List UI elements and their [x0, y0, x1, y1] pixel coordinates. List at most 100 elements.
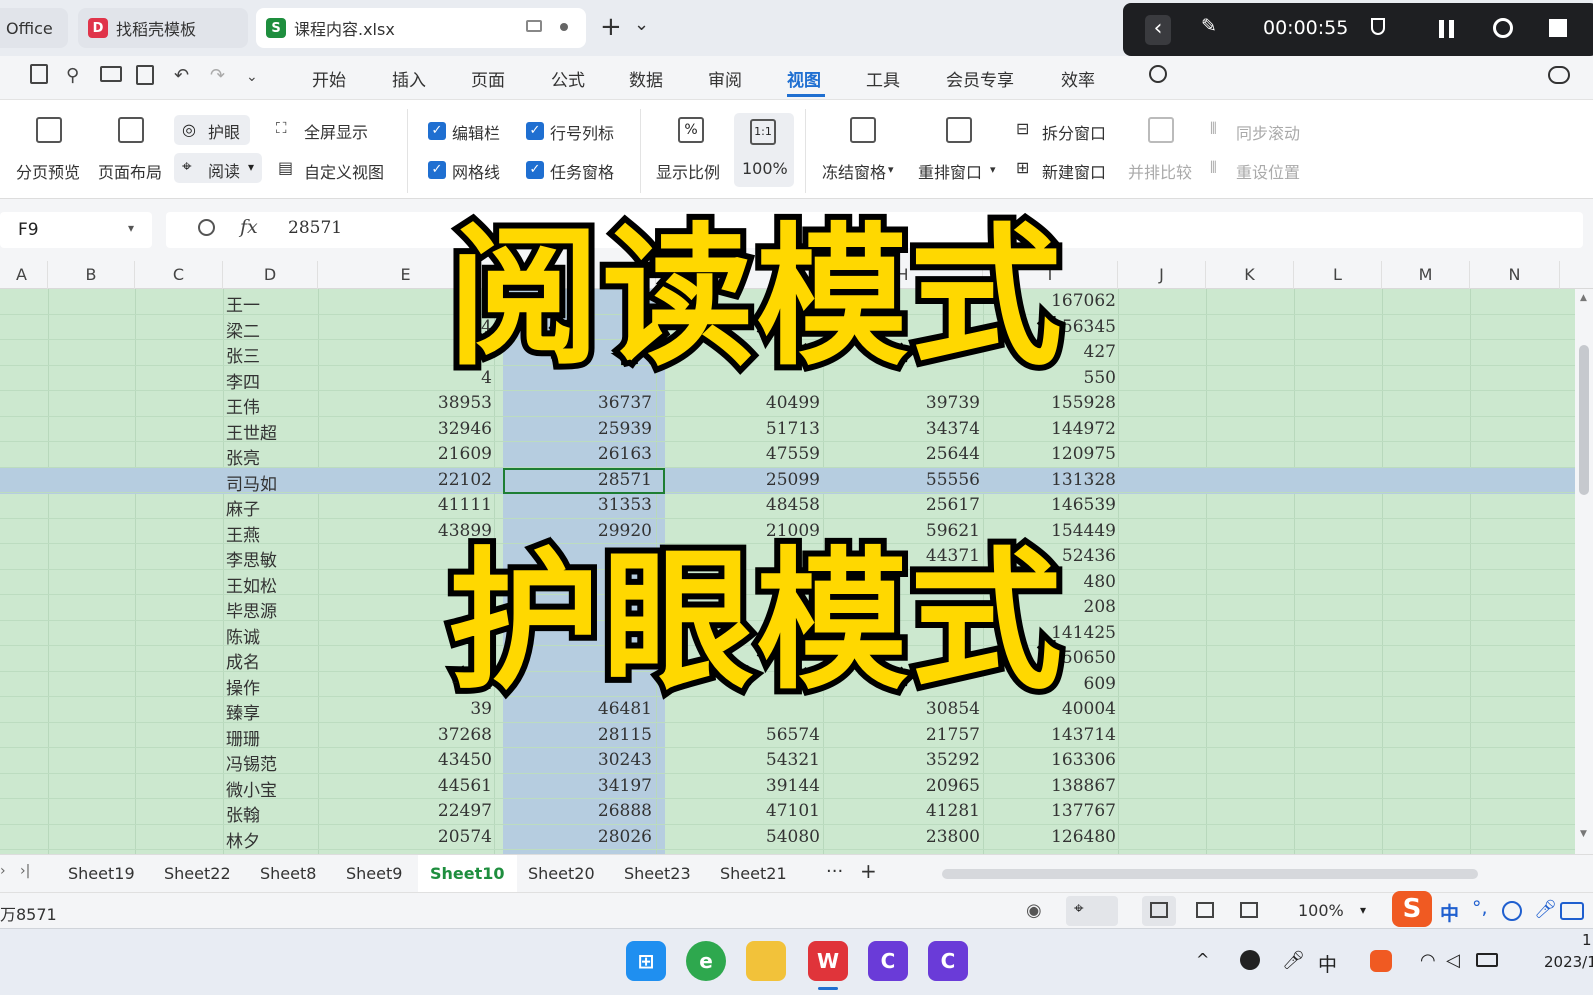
cell-g[interactable]: 47559 [766, 444, 820, 464]
cell-e[interactable]: 22102 [438, 470, 492, 490]
monitor-icon[interactable] [526, 20, 542, 32]
column-header-a[interactable]: A [0, 261, 48, 289]
cell-i[interactable]: 550 [1084, 368, 1116, 388]
ime-language[interactable]: 中 [1440, 899, 1459, 926]
cell-g[interactable]: 51713 [766, 419, 820, 439]
volume-icon[interactable]: ◁ [1446, 950, 1460, 971]
table-row[interactable]: 微小宝 44561 34197 39144 20965 138867 [0, 774, 1575, 801]
cell-f[interactable]: 26888 [598, 801, 652, 821]
menu-view[interactable]: 视图 [787, 66, 821, 91]
start-icon[interactable]: ⊞ [626, 941, 666, 981]
cell-name[interactable]: 张三 [226, 342, 260, 367]
wifi-icon[interactable]: ◠ [1420, 950, 1436, 971]
file-explorer-icon[interactable] [746, 941, 786, 981]
cell-f[interactable]: 36737 [598, 393, 652, 413]
column-header-m[interactable]: M [1382, 261, 1470, 289]
cell-name[interactable]: 王一 [226, 291, 260, 316]
cell-f[interactable]: 31353 [598, 495, 652, 515]
print-icon[interactable] [100, 66, 122, 82]
horizontal-scrollbar[interactable] [942, 869, 1478, 879]
cell-name[interactable]: 司马如 [226, 470, 277, 495]
table-row[interactable]: 张翰 22497 26888 47101 41281 137767 [0, 799, 1575, 826]
cell-g[interactable]: 40499 [766, 393, 820, 413]
cell-h[interactable]: 25617 [926, 495, 980, 515]
tab-course-xlsx[interactable]: S 课程内容.xlsx [256, 8, 586, 48]
cell-i[interactable]: 427 [1084, 342, 1116, 362]
chevron-down-icon[interactable]: ▾ [1360, 903, 1366, 917]
page-layout-icon[interactable] [118, 117, 144, 143]
search-icon[interactable] [1149, 65, 1167, 83]
cell-h[interactable]: 34374 [926, 419, 980, 439]
edit-bar-checkbox[interactable]: ✓ [428, 122, 446, 140]
cell-i[interactable]: 163306 [1051, 750, 1116, 770]
cell-f[interactable]: 25939 [598, 419, 652, 439]
microphone-icon[interactable]: 🎤︎ [1282, 950, 1305, 971]
cell-h[interactable]: 21757 [926, 725, 980, 745]
custom-view-icon[interactable]: ▤ [278, 158, 293, 177]
cell-name[interactable]: 张亮 [226, 444, 260, 469]
cell-name[interactable]: 张翰 [226, 801, 260, 826]
tray-ime-language[interactable]: 中 [1318, 950, 1337, 977]
cell-g[interactable]: 48458 [766, 495, 820, 515]
custom-view-button[interactable]: 自定义视图 [304, 159, 384, 183]
menu-page[interactable]: 页面 [471, 66, 505, 91]
split-window-button[interactable]: 拆分窗口 [1042, 120, 1106, 144]
cell-name[interactable]: 麻子 [226, 495, 260, 520]
cell-g[interactable]: 56574 [766, 725, 820, 745]
recorder-app-icon[interactable]: C [868, 941, 908, 981]
zoom-level[interactable]: 100% [1298, 901, 1344, 920]
cell-name[interactable]: 成名 [226, 648, 260, 673]
cell-name[interactable]: 李思敏 [226, 546, 277, 571]
new-tab-button[interactable]: + [600, 12, 622, 42]
cell-h[interactable]: 25644 [926, 444, 980, 464]
cell-name[interactable]: 王伟 [226, 393, 260, 418]
cell-e[interactable]: 43450 [438, 750, 492, 770]
table-row[interactable]: 张亮 21609 26163 47559 25644 120975 [0, 442, 1575, 469]
stop-icon[interactable] [1549, 19, 1567, 37]
freeze-panes-button[interactable]: 冻结窗格 [822, 159, 886, 183]
column-header-c[interactable]: C [135, 261, 223, 289]
fx-icon[interactable]: fx [240, 216, 258, 238]
cell-i[interactable]: 40004 [1062, 699, 1116, 719]
cloud-icon[interactable] [1548, 66, 1570, 84]
add-sheet-button[interactable]: + [860, 859, 877, 883]
table-row[interactable]: 麻子 41111 31353 48458 25617 146539 [0, 493, 1575, 520]
more-sheets-button[interactable]: ··· [826, 861, 843, 882]
microphone-icon[interactable]: 🎤︎ [1534, 899, 1557, 920]
cell-i[interactable]: 155928 [1051, 393, 1116, 413]
cell-e[interactable]: 21609 [438, 444, 492, 464]
recorder-back-button[interactable]: ‹ [1145, 15, 1171, 45]
sheet-tab-sheet20[interactable]: Sheet20 [516, 855, 607, 893]
battery-icon[interactable] [1476, 953, 1498, 967]
page-break-preview-icon[interactable] [36, 117, 62, 143]
normal-view-button[interactable] [1142, 896, 1176, 926]
cell-e[interactable]: 32946 [438, 419, 492, 439]
wps-office-icon[interactable]: W [808, 941, 848, 981]
gridlines-checkbox[interactable]: ✓ [428, 161, 446, 179]
cell-i[interactable]: 143714 [1051, 725, 1116, 745]
cell-f[interactable]: 30243 [598, 750, 652, 770]
sheet-tab-sheet10[interactable]: Sheet10 [418, 855, 517, 893]
cell-name[interactable]: 臻享 [226, 699, 260, 724]
cell-f[interactable]: 34197 [598, 776, 652, 796]
shield-icon[interactable] [1371, 18, 1385, 35]
new-window-icon[interactable]: ⊞ [1016, 158, 1029, 177]
cell-name[interactable]: 王燕 [226, 521, 260, 546]
unsaved-dot-icon[interactable] [560, 23, 568, 31]
save-icon[interactable] [30, 64, 48, 84]
tab-office-home[interactable]: Office [0, 8, 68, 48]
cell-e[interactable]: 22497 [438, 801, 492, 821]
new-window-button[interactable]: 新建窗口 [1042, 159, 1106, 183]
freeze-panes-icon[interactable] [850, 117, 876, 143]
column-header-k[interactable]: K [1206, 261, 1294, 289]
menu-review[interactable]: 审阅 [708, 66, 742, 91]
sheet-tab-sheet22[interactable]: Sheet22 [152, 855, 243, 893]
table-row[interactable]: 王世超 32946 25939 51713 34374 144972 [0, 417, 1575, 444]
qq-icon[interactable] [1240, 950, 1260, 970]
link-icon[interactable]: ⚲ [66, 65, 79, 86]
pen-icon[interactable]: ✎ [1201, 15, 1217, 37]
table-row[interactable]: 冯锡范 43450 30243 54321 35292 163306 [0, 748, 1575, 775]
ime-logo-icon[interactable]: S [1392, 891, 1432, 927]
eye-icon[interactable]: ◉ [1026, 900, 1042, 921]
sheet-tab-sheet21[interactable]: Sheet21 [708, 855, 799, 893]
